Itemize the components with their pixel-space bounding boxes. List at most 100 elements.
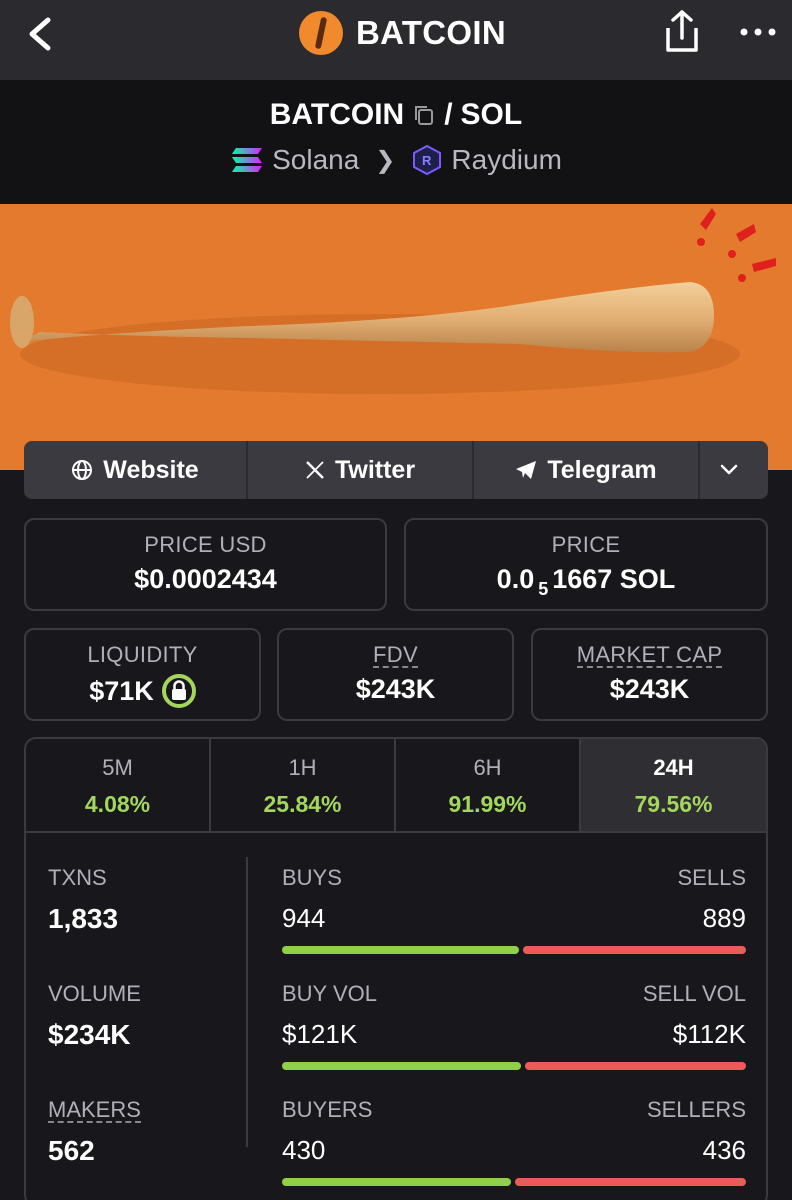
telegram-icon	[516, 461, 537, 479]
fdv-card: FDV $243K	[277, 628, 514, 721]
lock-icon[interactable]	[161, 674, 196, 708]
pair-title: BATCOIN / SOL	[0, 98, 792, 132]
liquidity-row: $71K	[26, 674, 259, 708]
price-native-rest: 1667 SOL	[552, 564, 676, 594]
sellers-label: SELLERS	[646, 1097, 746, 1122]
share-icon[interactable]	[660, 8, 704, 56]
buyers-value: 430	[282, 1135, 326, 1165]
telegram-button[interactable]: Telegram	[474, 441, 700, 499]
chain-name[interactable]: Solana	[272, 144, 359, 176]
chain-breadcrumb: Solana ❯ R Raydium	[0, 144, 792, 176]
buys-label: BUYS	[282, 865, 342, 890]
liquidity-card: LIQUIDITY $71K	[24, 628, 261, 721]
txns-breakdown: BUYS SELLS 944 889	[282, 865, 746, 954]
price-usd-label: PRICE USD	[144, 532, 267, 557]
app-title: BATCOIN	[356, 14, 506, 51]
sell-vol-label: SELL VOL	[642, 981, 746, 1006]
makers-row: MAKERS 562 BUYERS SELLERS 430 436	[26, 1097, 766, 1200]
top-bar: BATCOIN	[0, 0, 792, 80]
twitter-button[interactable]: Twitter	[248, 441, 474, 499]
sell-vol-value: $112K	[672, 1019, 746, 1049]
market-cap-card: MARKET CAP $243K	[531, 628, 768, 721]
timeframe-tabs: 5M 4.08% 1H 25.84% 6H 91.99% 24H 79.56%	[26, 739, 766, 833]
social-links: Website Twitter Telegram	[24, 441, 768, 499]
buy-vol-label: BUY VOL	[282, 981, 377, 1006]
buy-bar	[282, 1062, 522, 1070]
sell-bar	[522, 946, 746, 954]
tab-label: 6H	[473, 755, 502, 780]
brand: BATCOIN	[298, 10, 506, 56]
raydium-icon: R	[413, 144, 442, 176]
price-native-zero-count: 5	[538, 579, 549, 599]
batcoin-logo	[299, 11, 343, 55]
sell-bar	[525, 1062, 746, 1070]
buy-bar	[282, 946, 519, 954]
tab-change: 91.99%	[448, 791, 527, 817]
volume-label: VOLUME	[48, 981, 141, 1006]
makers-summary: MAKERS 562	[48, 1097, 141, 1167]
txns-summary: TXNS 1,833	[48, 865, 118, 935]
buy-vol-value: $121K	[282, 1019, 358, 1049]
price-usd-value: $0.0002434	[134, 564, 277, 594]
token-banner-image	[0, 204, 792, 470]
buys-value: 944	[282, 903, 326, 933]
volume-summary: VOLUME $234K	[48, 981, 141, 1051]
makers-value: 562	[48, 1135, 95, 1166]
baseball-bat-image	[0, 204, 792, 470]
price-usd-card: PRICE USD $0.0002434	[24, 518, 387, 611]
sellers-value: 436	[702, 1135, 746, 1165]
price-native-value: 0.0 5 1667 SOL	[406, 564, 766, 599]
more-icon[interactable]	[738, 20, 778, 44]
copy-icon[interactable]	[412, 103, 436, 127]
volume-ratio-bar	[282, 1062, 746, 1070]
volume-breakdown: BUY VOL SELL VOL $121K $112K	[282, 981, 746, 1070]
price-native-label: PRICE	[551, 532, 621, 557]
x-logo-icon	[306, 461, 324, 479]
dex-name[interactable]: Raydium	[451, 144, 561, 176]
price-native-card: PRICE 0.0 5 1667 SOL	[404, 518, 768, 611]
fdv-label[interactable]: FDV	[373, 644, 418, 668]
solana-icon	[232, 148, 263, 172]
liquidity-label: LIQUIDITY	[87, 642, 198, 667]
website-button[interactable]: Website	[24, 441, 248, 499]
txns-row: TXNS 1,833 BUYS SELLS 944 889	[26, 865, 766, 981]
makers-breakdown: BUYERS SELLERS 430 436	[282, 1097, 746, 1186]
tab-5m[interactable]: 5M 4.08%	[26, 739, 211, 831]
telegram-label: Telegram	[547, 455, 657, 484]
stats-panel: 5M 4.08% 1H 25.84% 6H 91.99% 24H 79.56% …	[24, 737, 768, 1200]
price-native-prefix: 0.0	[496, 564, 535, 594]
tab-change: 25.84%	[263, 791, 342, 817]
tab-6h[interactable]: 6H 91.99%	[396, 739, 581, 831]
makers-label[interactable]: MAKERS	[48, 1099, 141, 1123]
chevron-down-icon	[720, 464, 738, 475]
buy-bar	[282, 1178, 511, 1186]
more-links-button[interactable]	[700, 441, 768, 499]
tab-label: 24H	[653, 755, 694, 780]
volume-value: $234K	[48, 1019, 131, 1050]
twitter-label: Twitter	[334, 455, 416, 484]
txns-value: 1,833	[48, 903, 119, 934]
chevron-right-icon: ❯	[375, 146, 396, 174]
tab-change: 4.08%	[84, 791, 151, 817]
tab-change: 79.56%	[634, 791, 713, 817]
liquidity-value: $71K	[89, 675, 154, 706]
tab-24h[interactable]: 24H 79.56%	[581, 739, 766, 831]
back-arrow-icon[interactable]	[22, 14, 62, 54]
globe-icon	[72, 460, 93, 480]
base-symbol: BATCOIN	[269, 98, 405, 131]
fdv-label-wrap: FDV	[279, 642, 512, 668]
sells-label: SELLS	[677, 865, 747, 890]
website-label: Website	[103, 455, 199, 484]
market-cap-label[interactable]: MARKET CAP	[576, 644, 723, 668]
market-cap-label-wrap: MARKET CAP	[533, 642, 766, 668]
tab-1h[interactable]: 1H 25.84%	[211, 739, 396, 831]
svg-text:R: R	[422, 153, 432, 168]
sell-bar	[514, 1178, 746, 1186]
market-cap-value: $243K	[609, 674, 690, 704]
makers-ratio-bar	[282, 1178, 746, 1186]
txns-label: TXNS	[48, 865, 107, 890]
fdv-value: $243K	[355, 674, 436, 704]
txns-ratio-bar	[282, 946, 746, 954]
tab-label: 5M	[102, 755, 133, 780]
buyers-label: BUYERS	[282, 1097, 373, 1122]
